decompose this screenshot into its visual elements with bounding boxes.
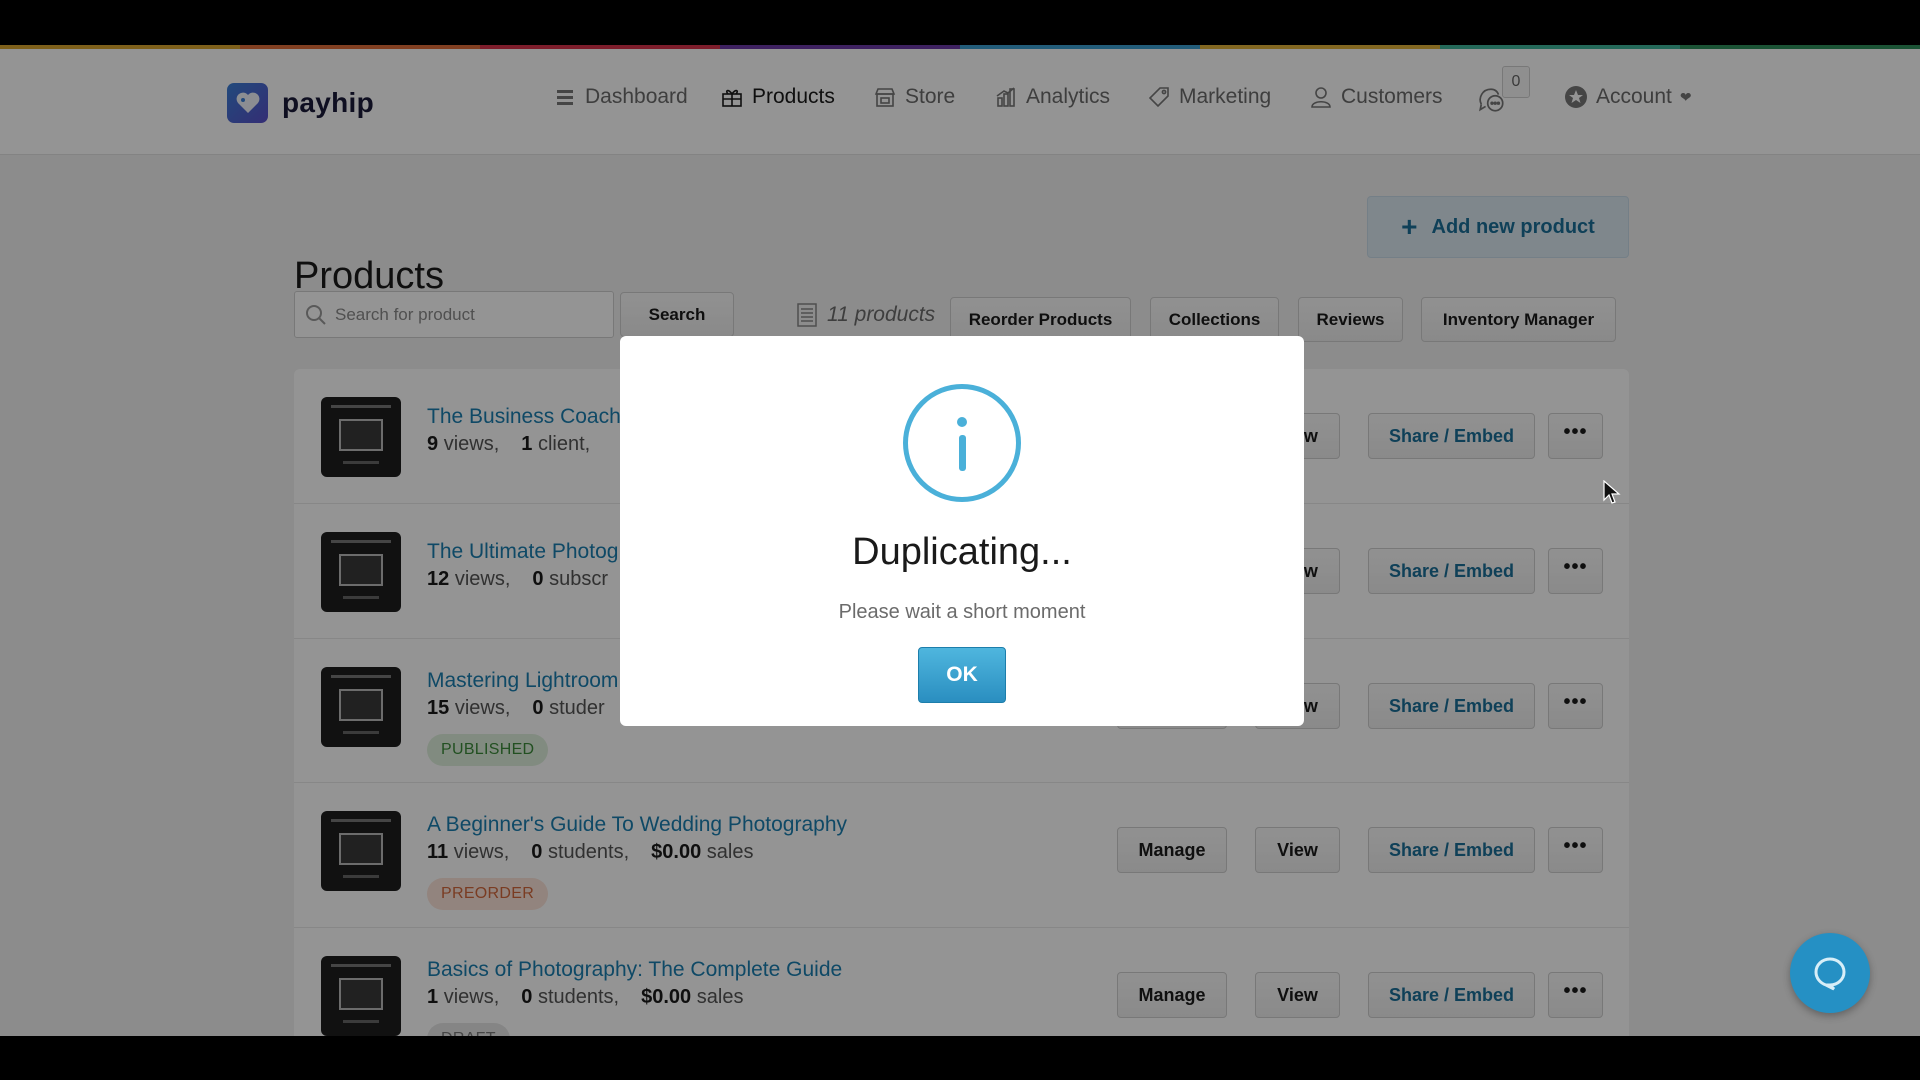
chat-bubble-icon: [1814, 957, 1846, 991]
duplicating-dialog: Duplicating... Please wait a short momen…: [620, 336, 1304, 726]
ok-button[interactable]: OK: [918, 647, 1006, 703]
dialog-message: Please wait a short moment: [838, 601, 1086, 623]
help-chat-button[interactable]: [1790, 933, 1870, 1013]
mouse-cursor: [1603, 480, 1621, 504]
dialog-title: Duplicating...: [852, 531, 1072, 573]
app-screen: payhip Dashboard Products Store Analytic…: [0, 45, 1920, 1036]
info-icon: [903, 384, 1021, 502]
